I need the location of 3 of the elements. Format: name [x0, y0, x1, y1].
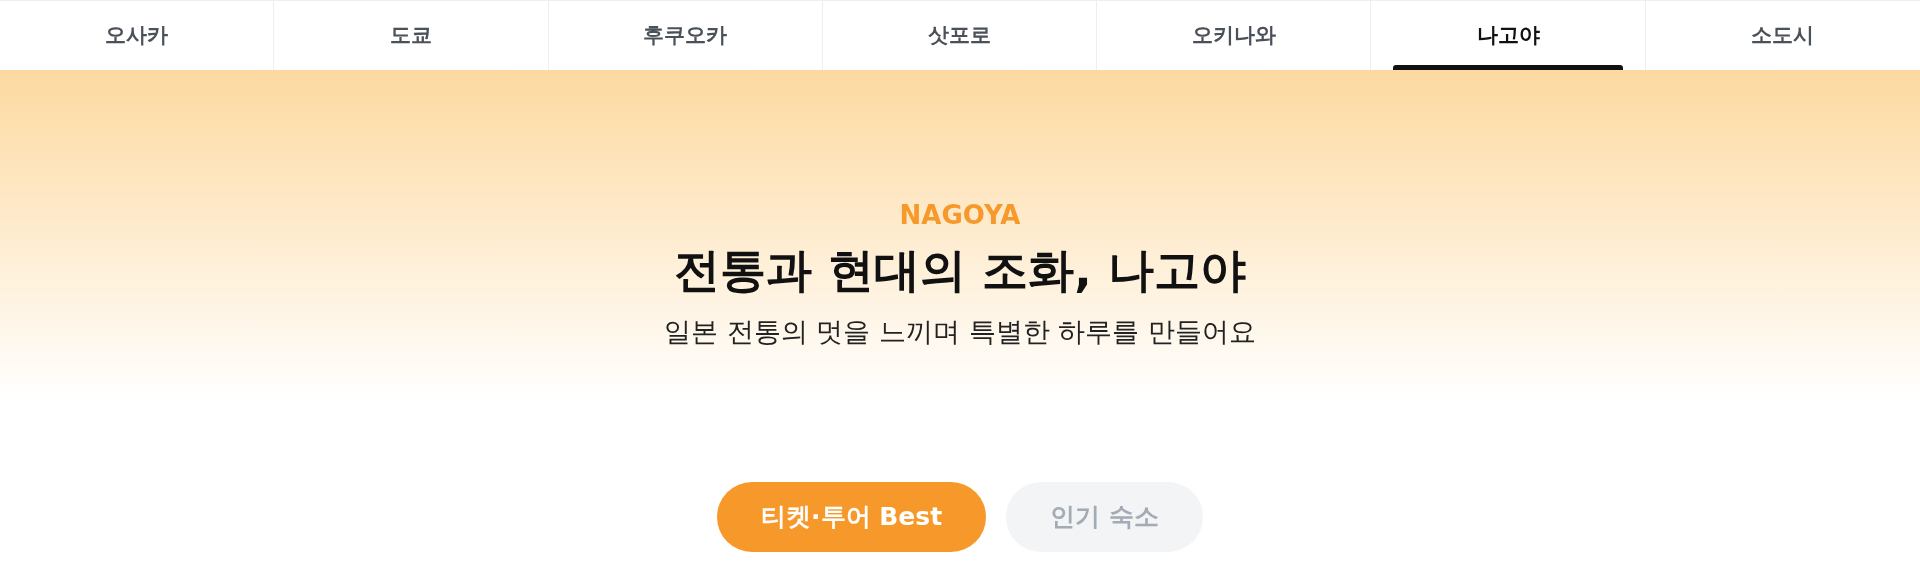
hero-subtitle: 일본 전통의 멋을 느끼며 특별한 하루를 만들어요: [664, 315, 1256, 350]
city-label: NAGOYA: [899, 200, 1021, 232]
hero-title: 전통과 현대의 조화, 나고야: [674, 243, 1246, 299]
